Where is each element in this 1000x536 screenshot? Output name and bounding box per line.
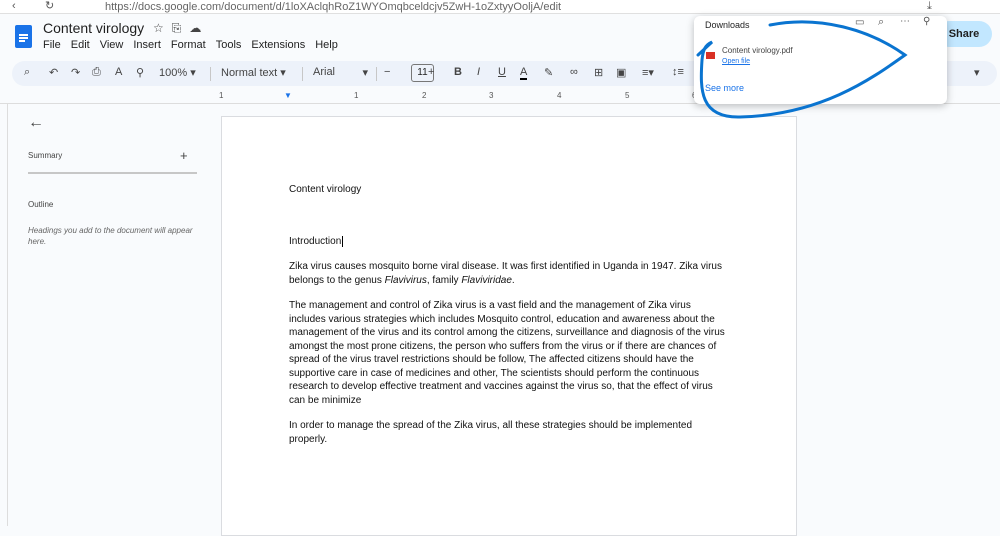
hand-drawn-annotation xyxy=(696,20,908,119)
